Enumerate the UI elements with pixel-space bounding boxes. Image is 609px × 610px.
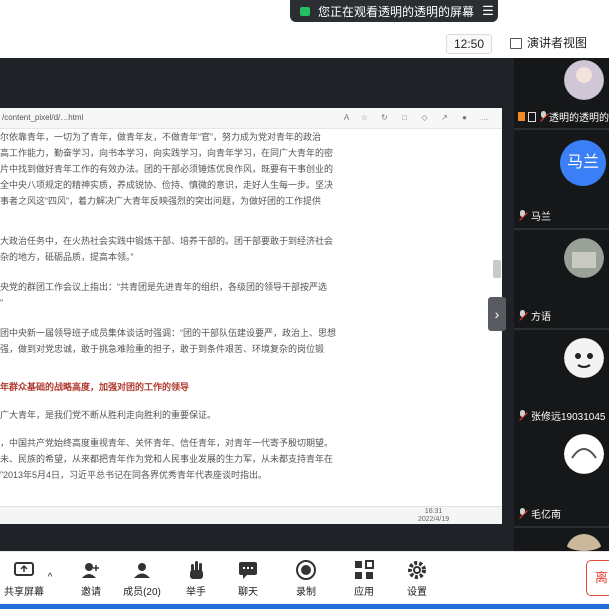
apps-button[interactable]: 应用 bbox=[340, 560, 388, 598]
doc-line: 全中央八项规定的精神实质，养成锐协、俭持、慎微的意识，走好人生每一步。坚决 bbox=[0, 180, 334, 190]
participant-avatar bbox=[564, 338, 604, 378]
doc-line: 事者之风这“四风”，着力解决广大青年反映强烈的突出问题，为做好团的工作提供 bbox=[0, 196, 321, 206]
share-screen-icon bbox=[13, 560, 35, 580]
record-icon bbox=[295, 560, 317, 580]
add-user-icon bbox=[80, 560, 102, 580]
meeting-toolbar: 共享屏幕 ^ 邀请 成员(20) 举手 聊天 录制 应用 设置 离 bbox=[0, 551, 609, 610]
profile-icon[interactable]: ● bbox=[460, 113, 469, 122]
share-screen-label: 共享屏幕 bbox=[4, 587, 44, 598]
doc-line: ”2013年5月4日，习近平总书记在同各界优秀青年代表座谈时指出。 bbox=[0, 470, 268, 480]
end-meeting-button[interactable]: 离 bbox=[586, 560, 609, 596]
shared-document: /content_pixel/d/…html A ☆ ↻ □ ◇ ↗ ● … 尔… bbox=[0, 108, 502, 524]
browser-url-bar[interactable]: /content_pixel/d/…html A ☆ ↻ □ ◇ ↗ ● … bbox=[0, 108, 502, 129]
participant-tile[interactable]: 方语 bbox=[514, 230, 609, 328]
taskbar-clock: 16:31 2022/4/19 bbox=[418, 508, 449, 524]
view-toggle-button[interactable]: 演讲者视图 bbox=[500, 34, 605, 52]
participant-name: 毛亿南 bbox=[531, 510, 561, 521]
invite-label: 邀请 bbox=[81, 587, 101, 598]
participant-tile[interactable]: 马兰 马兰 bbox=[514, 130, 609, 228]
hand-icon bbox=[185, 560, 207, 580]
camera-icon bbox=[300, 6, 310, 16]
video-icon bbox=[518, 112, 525, 121]
collection-icon[interactable]: □ bbox=[400, 113, 409, 122]
participant-avatar bbox=[566, 534, 602, 551]
mic-muted-icon bbox=[518, 210, 527, 221]
url-text: /content_pixel/d/…html bbox=[2, 113, 84, 122]
monitor-icon bbox=[527, 111, 537, 122]
share-icon[interactable]: ↗ bbox=[440, 113, 449, 122]
taskbar-time: 16:31 bbox=[424, 508, 443, 515]
mic-muted-icon bbox=[518, 508, 527, 519]
view-label: 演讲者视图 bbox=[527, 36, 588, 50]
refresh-icon[interactable]: ↻ bbox=[380, 113, 389, 122]
settings-button[interactable]: 设置 bbox=[393, 560, 441, 598]
raise-hand-label: 举手 bbox=[186, 587, 206, 598]
doc-heading: 年群众基础的战略高度，加强对团的工作的领导 bbox=[0, 382, 190, 392]
members-label: 成员(20) bbox=[123, 587, 161, 598]
doc-line: 杂的地方，砥砺品质，提高本领。” bbox=[0, 252, 134, 262]
apps-label: 应用 bbox=[354, 587, 374, 598]
meeting-time: 12:50 bbox=[446, 34, 492, 54]
chat-button[interactable]: 聊天 bbox=[224, 560, 272, 598]
more-icon[interactable]: … bbox=[480, 113, 489, 122]
raise-hand-button[interactable]: 举手 bbox=[172, 560, 220, 598]
doc-line: 未、民族的希望，从来都把青年作为党和人民事业发展的生力军，从未都支持青年在 bbox=[0, 454, 334, 464]
document-content: 尔依靠青年，一切为了青年，做青年友，不做青年“官”，努力成为党对青年的政治 高工… bbox=[0, 130, 496, 504]
mic-icon bbox=[539, 111, 546, 122]
participant-avatar: 马兰 bbox=[560, 140, 606, 186]
participant-tile[interactable]: 透明的透明的 bbox=[514, 58, 609, 128]
doc-line: 强，做到对党忠诚，敢于挑急难险重的担子，敢于到条件艰苦、环境复杂的岗位锻 bbox=[0, 344, 325, 354]
taskbar-date: 2022/4/19 bbox=[418, 516, 450, 523]
participant-avatar bbox=[564, 60, 604, 100]
mic-muted-icon bbox=[518, 310, 527, 321]
doc-line: 团中央新一届领导班子成员集体谈话时强调：“团的干部队伍建设要严，政治上、思想 bbox=[0, 328, 336, 338]
chat-label: 聊天 bbox=[238, 587, 258, 598]
bottom-accent-bar bbox=[0, 604, 609, 609]
layout-icon bbox=[510, 37, 522, 49]
participant-name: 方语 bbox=[531, 312, 551, 323]
doc-line: 广大青年，是我们党不断从胜利走向胜利的重要保证。 bbox=[0, 410, 217, 420]
os-taskbar: 16:31 2022/4/19 bbox=[0, 506, 502, 524]
apps-icon bbox=[353, 560, 375, 580]
banner-text: 您正在观看透明的透明的屏幕 bbox=[318, 4, 475, 19]
favorite-icon[interactable]: ☆ bbox=[360, 113, 369, 122]
invite-button[interactable]: 邀请 bbox=[67, 560, 115, 598]
participant-avatar bbox=[564, 238, 604, 278]
share-options-chevron-icon[interactable]: ^ bbox=[40, 572, 60, 583]
participant-avatar bbox=[564, 434, 604, 474]
doc-line: 高工作能力，勤奋学习，向书本学习，向实践学习，向青年学习，在同广大青年的密 bbox=[0, 148, 334, 158]
extension-icon[interactable]: ◇ bbox=[420, 113, 429, 122]
doc-line: 大政治任务中，在火热社会实践中锻炼干部、培养干部的。团干部要敢于到经济社会 bbox=[0, 236, 334, 246]
doc-line: ，中国共产党始终高度重视青年、关怀青年、信任青年，对青年一代寄予殷切期望。 bbox=[0, 438, 334, 448]
participant-tile[interactable]: 毛亿南 bbox=[514, 428, 609, 526]
participant-name: 张修远19031045 bbox=[531, 412, 606, 423]
menu-icon[interactable]: ☰ bbox=[478, 3, 498, 19]
scrollbar-thumb[interactable] bbox=[493, 260, 501, 278]
record-label: 录制 bbox=[296, 587, 316, 598]
doc-line: ” bbox=[0, 298, 3, 308]
screen-share-banner: 您正在观看透明的透明的屏幕 ☰ bbox=[290, 0, 498, 22]
chat-icon bbox=[237, 560, 259, 580]
doc-line: 尔依靠青年，一切为了青年，做青年友，不做青年“官”，努力成为党对青年的政治 bbox=[0, 132, 321, 142]
collapse-sidebar-button[interactable]: › bbox=[488, 297, 506, 331]
participant-tile[interactable] bbox=[514, 528, 609, 551]
participant-name: 透明的透明的 bbox=[548, 113, 609, 124]
read-icon[interactable]: A bbox=[342, 113, 351, 122]
doc-line: 片中找到做好青年工作的有效办法。团的干部必须锤炼优良作风，既要有干事创业的 bbox=[0, 164, 334, 174]
participant-name: 马兰 bbox=[531, 212, 551, 223]
gear-icon bbox=[406, 560, 428, 580]
members-icon bbox=[131, 560, 153, 580]
record-button[interactable]: 录制 bbox=[282, 560, 330, 598]
members-button[interactable]: 成员(20) bbox=[118, 560, 166, 598]
participant-tile[interactable]: 张修远19031045 bbox=[514, 330, 609, 428]
settings-label: 设置 bbox=[407, 587, 427, 598]
mic-muted-icon bbox=[518, 410, 527, 421]
doc-line: 央党的群团工作会议上指出：“共青团是先进青年的组织，各级团的领导干部按严选 bbox=[0, 282, 327, 292]
